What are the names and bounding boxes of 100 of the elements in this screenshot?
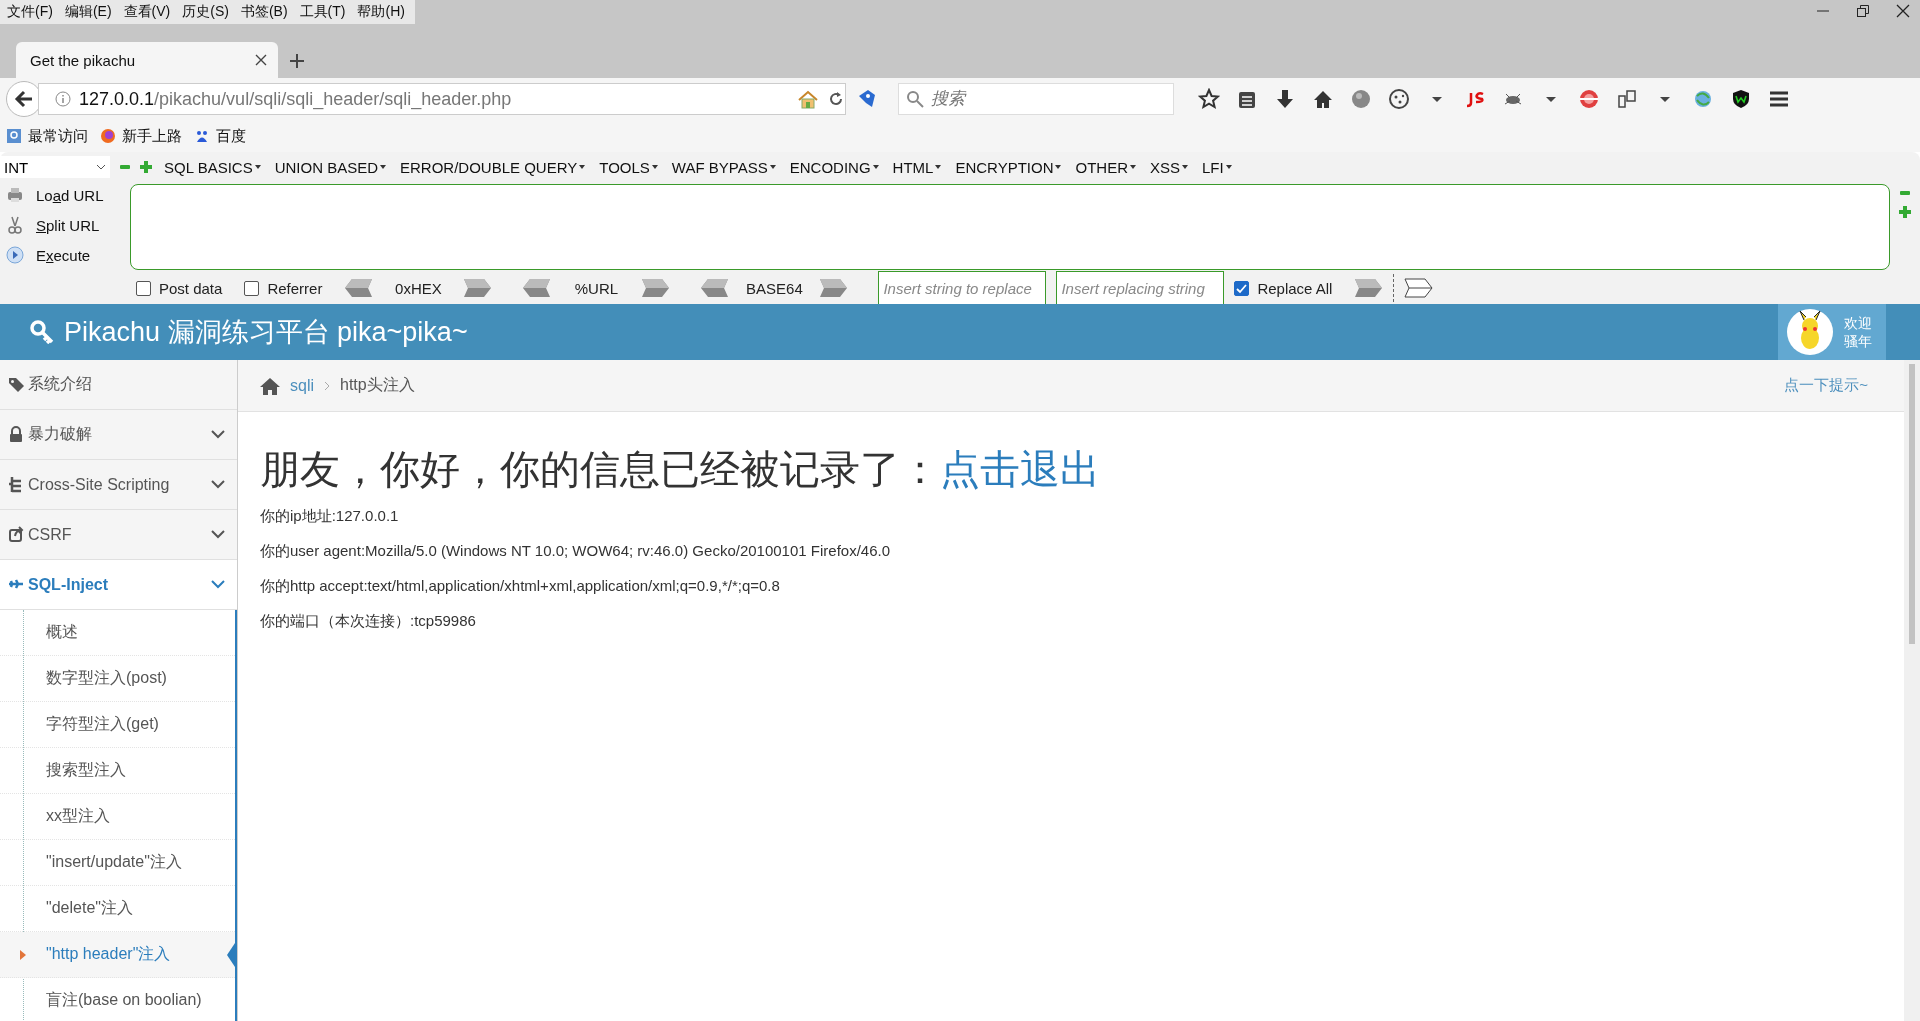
site-title: Pikachu 漏洞练习平台 pika~pika~ [64,316,468,349]
scrollbar[interactable] [1904,360,1920,1021]
caret-icon [254,165,261,169]
hackbar-menu[interactable]: ERROR/DOUBLE QUERY [398,158,588,176]
checkbox[interactable] [244,280,260,296]
menu-item[interactable]: 书签(B) [233,3,293,21]
caret-icon [769,165,776,169]
bookmark-link[interactable]: 百度 [194,126,246,146]
chevron-down-icon [211,530,225,539]
decode-arrow-icon[interactable] [344,278,374,298]
replace-arrow-icon[interactable] [1354,278,1384,298]
sync-globe-icon[interactable] [1692,88,1714,110]
minus-icon[interactable] [1900,188,1910,198]
chevron-down-icon [211,580,225,589]
reload-icon[interactable] [827,90,845,108]
hackbar-menu[interactable]: XSS [1148,158,1190,176]
caret-icon [1055,165,1062,169]
info-text: 你的user agent:Mozilla/5.0 (Windows NT 10.0; WOW64; rv:46.0) Gecko/20100101 Firefox/46.0 [260,542,891,561]
browser-tab[interactable]: Get the pikachu [16,42,278,78]
menu-item[interactable]: 帮助(H) [350,3,410,21]
caret-icon [1182,165,1188,169]
hackbar-action-button[interactable]: Split URL [6,216,130,234]
target-icon[interactable] [1578,88,1600,110]
hackbar-menu[interactable]: TOOLS [597,158,660,176]
caret-icon [1130,165,1136,169]
menu-item[interactable]: 文件(F) [0,3,58,21]
hackbar-menu[interactable]: ENCODING [787,158,881,176]
menu-item[interactable]: 编辑(E) [57,3,117,21]
scissors-icon [6,216,24,234]
plus-icon[interactable] [140,161,152,173]
play-circle-icon [6,246,24,264]
submenu-item[interactable]: 盲注(base on boolian) [0,978,235,1021]
globe-icon[interactable] [1350,88,1372,110]
minus-icon[interactable] [120,162,130,172]
hackbar-menu[interactable]: HTML [890,158,944,176]
close-icon[interactable] [254,53,268,67]
submenu-item[interactable]: 字符型注入(get) [0,702,235,748]
caret-icon [872,165,879,169]
greeting-text: 欢迎 [1844,314,1872,332]
shield-icon[interactable] [1730,88,1752,110]
plus-icon[interactable] [1899,206,1911,218]
url-text[interactable]: 127.0.0.1/pikachu/vul/sqli/sqli_header/sqli_header.php [79,88,789,110]
encode-arrow-icon[interactable] [819,278,849,298]
cookie-icon[interactable] [1388,88,1410,110]
hackbar-menu[interactable]: WAF BYPASS [669,158,778,176]
bookmark-star-icon[interactable] [1198,88,1220,110]
back-arrow-icon [14,89,34,109]
replace-from-field[interactable]: Insert string to replace [878,271,1047,305]
menu-item[interactable]: 历史(S) [175,3,234,21]
hackbar-menu[interactable]: ENCRYPTION [953,158,1064,176]
hackbar-menu[interactable]: UNION BASED [272,158,388,176]
bookmark-link[interactable]: 新手上路 [100,126,182,146]
home-icon[interactable] [1312,88,1334,110]
new-tab-icon[interactable] [288,52,306,70]
hackbar-menu[interactable]: OTHER [1073,158,1138,176]
download-icon[interactable] [1274,88,1296,110]
chevron-down-icon [211,480,225,489]
info-icon[interactable] [55,91,71,107]
menu-item[interactable]: 工具(T) [292,3,351,21]
devices-icon[interactable] [1616,88,1638,110]
url-input-field[interactable] [130,184,1890,270]
logout-link[interactable]: 点击退出 [940,447,1100,491]
address-bar[interactable]: 127.0.0.1/pikachu/vul/sqli/sqli_header/sqli_header.php [38,83,846,115]
hackbar-menu[interactable]: LFI [1200,158,1234,176]
encoding-label: 0xHEX [394,279,443,297]
hackbar-action-button[interactable]: Load URL [6,186,130,204]
decode-arrow-icon[interactable] [522,278,552,298]
close-icon[interactable] [1896,4,1910,18]
printer-icon [6,186,24,204]
submenu-item[interactable]: 搜索型注入 [0,748,235,794]
key-icon [30,320,54,344]
encode-arrow-icon[interactable] [641,278,671,298]
info-text: 你的http accept:text/html,application/xhtml+xml,application/xml;q=0.9,*/*;q=0.8 [260,577,781,596]
submenu-item[interactable]: 数字型注入(post) [0,656,235,702]
submenu-item[interactable]: xx型注入 [0,794,235,840]
hackbar-action-button[interactable]: Execute [6,246,130,264]
replace-arrow-icon[interactable] [1404,278,1434,298]
sidebar-item[interactable]: SQL-Inject [0,560,237,610]
decode-arrow-icon[interactable] [700,278,730,298]
tag-icon [8,376,24,393]
submenu-item[interactable]: 概述 [0,610,235,656]
checkbox[interactable] [1234,280,1250,296]
caret-icon [935,165,942,169]
replace-to-field[interactable]: Insert replacing string [1056,271,1225,305]
menu-item[interactable]: 查看(V) [116,3,176,21]
checkbox[interactable] [136,280,151,296]
page-heading: 朋友，你好，你的信息已经被记录了：点击退出 [260,446,1101,493]
encode-arrow-icon[interactable] [463,278,493,298]
restore-icon[interactable] [1856,4,1870,18]
hackbar-menu[interactable]: SQL BASICS [162,158,263,176]
breadcrumb-current: http头注入 [340,375,415,395]
bookmark-link[interactable]: 最常访问 [6,126,88,146]
submenu-item[interactable]: "insert/update"注入 [0,840,235,886]
submenu-item[interactable]: "http header"注入 [0,932,235,978]
share-icon [8,526,24,543]
type-dropdown[interactable]: INT [0,156,110,178]
home-icon[interactable] [260,376,280,395]
search-field[interactable]: 搜索 [898,83,1174,115]
firefox-logo-icon [100,128,116,144]
caret-icon [380,165,386,169]
